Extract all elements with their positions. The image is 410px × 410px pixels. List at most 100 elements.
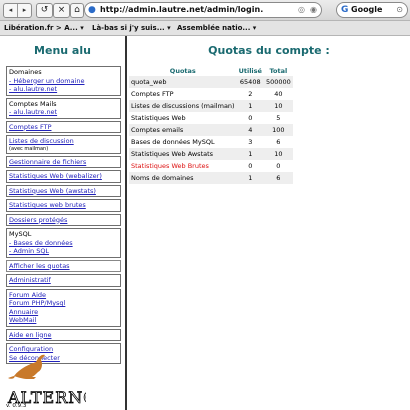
table-header-row: Quotas Utilisé Total bbox=[129, 66, 293, 76]
back-arrow-icon[interactable]: ◂ bbox=[4, 4, 17, 17]
quota-total-cell: 500000 bbox=[263, 76, 293, 88]
menu-link-stats-webalizer[interactable]: Statistiques Web (webalizer) bbox=[9, 172, 102, 180]
column-header-total: Total bbox=[269, 67, 288, 75]
stop-icon[interactable]: × bbox=[53, 3, 70, 18]
quota-total-cell: 0 bbox=[263, 160, 293, 172]
column-header-utilise: Utilisé bbox=[238, 67, 262, 75]
menu-link-domain-alu[interactable]: - alu.lautre.net bbox=[9, 85, 118, 94]
menu-link-listes-discussion[interactable]: Listes de discussion bbox=[9, 137, 118, 146]
menu-note-mailman: (avec mailman) bbox=[9, 145, 49, 152]
quota-used-cell: 65408 bbox=[236, 76, 264, 88]
quota-name-cell: Statistiques Web Awstats bbox=[129, 148, 237, 160]
table-row: Noms de domaines 1 6 bbox=[129, 172, 293, 184]
quota-total-cell: 40 bbox=[263, 88, 293, 100]
menu-link-aide-en-ligne[interactable]: Aide en ligne bbox=[9, 331, 52, 339]
rss-icon[interactable]: ◎ bbox=[298, 3, 305, 17]
quota-name-cell: Statistiques Web bbox=[129, 112, 237, 124]
menu-title: Menu alu bbox=[34, 44, 91, 57]
menu-link-stats-brutes[interactable]: Statistiques web brutes bbox=[9, 201, 86, 209]
quota-used-cell: 0 bbox=[236, 160, 264, 172]
menu-link-forum-aide[interactable]: Forum Aide bbox=[9, 291, 118, 300]
bookmark-liberation[interactable]: Libération.fr > A... ▾ bbox=[4, 21, 84, 35]
quota-name-cell: Noms de domaines bbox=[129, 172, 237, 184]
quota-used-cell: 1 bbox=[236, 100, 264, 112]
menu-link-dossiers-proteges[interactable]: Dossiers protégés bbox=[9, 216, 67, 224]
quota-name-cell: Comptes FTP bbox=[129, 88, 237, 100]
quota-name-cell: quota_web bbox=[129, 76, 237, 88]
table-row: Listes de discussions (mailman) 1 10 bbox=[129, 100, 293, 112]
menu-link-stats-awstats[interactable]: Statistiques Web (awstats) bbox=[9, 187, 96, 195]
quota-name-cell: Statistiques Web Brutes bbox=[129, 160, 237, 172]
quota-used-cell: 1 bbox=[236, 172, 264, 184]
quota-name-cell: Bases de données MySQL bbox=[129, 136, 237, 148]
menu-box-files: Gestionnaire de fichiers bbox=[6, 155, 121, 168]
quota-used-cell: 4 bbox=[236, 124, 264, 136]
menu-link-gestionnaire-fichiers[interactable]: Gestionnaire de fichiers bbox=[9, 158, 86, 166]
quota-total-cell: 10 bbox=[263, 100, 293, 112]
table-row: Bases de données MySQL 3 6 bbox=[129, 136, 293, 148]
alternc-logo: ALTERNC bbox=[7, 354, 86, 406]
menu-box-forums: Forum Aide Forum PHP/Mysql Annuaire WebM… bbox=[6, 288, 121, 327]
menu-link-webmail[interactable]: WebMail bbox=[9, 316, 118, 325]
search-bar[interactable]: G Google ⊙ bbox=[336, 2, 408, 18]
go-icon[interactable]: ◉ bbox=[310, 3, 317, 17]
column-header-quotas: Quotas bbox=[169, 67, 196, 75]
menu-box-webalizer: Statistiques Web (webalizer) bbox=[6, 170, 121, 183]
menu-heading-domaines: Domaines bbox=[9, 68, 42, 76]
table-row: Statistiques Web Awstats 1 10 bbox=[129, 148, 293, 160]
menu-box-admin: Administratif bbox=[6, 274, 121, 287]
menu-heading-comptes-mails: Comptes Mails bbox=[9, 99, 57, 108]
site-globe-icon: ● bbox=[88, 5, 96, 15]
menu-box-ftp: Comptes FTP bbox=[6, 120, 121, 133]
quota-table-body: quota_web 65408 500000 Comptes FTP 2 40 Listes… bbox=[129, 76, 293, 184]
table-row: Comptes emails 4 100 bbox=[129, 124, 293, 136]
menu-box-discussion: Listes de discussion (avec mailman) bbox=[6, 135, 121, 154]
menu-box-aide: Aide en ligne bbox=[6, 328, 121, 341]
menu-heading-mysql: MySQL bbox=[9, 230, 32, 238]
forward-arrow-icon[interactable]: ▸ bbox=[17, 4, 31, 17]
menu-link-annuaire[interactable]: Annuaire bbox=[9, 308, 118, 317]
kangaroo-icon bbox=[8, 354, 45, 379]
menu-link-administratif[interactable]: Administratif bbox=[9, 276, 51, 284]
bookmark-assemblee[interactable]: Assemblée natio... ▾ bbox=[177, 21, 256, 35]
quota-table: Quotas Utilisé Total quota_web 65408 50000… bbox=[129, 66, 293, 184]
menu-link-forum-php-mysql[interactable]: Forum PHP/Mysql bbox=[9, 299, 118, 308]
quota-used-cell: 2 bbox=[236, 88, 264, 100]
address-url[interactable]: http://admin.lautre.net/admin/login. bbox=[100, 3, 263, 17]
menu-link-mail-alu[interactable]: - alu.lautre.net bbox=[9, 108, 118, 117]
menu-box-awstats: Statistiques Web (awstats) bbox=[6, 184, 121, 197]
menu-link-heberger-domaine[interactable]: - Héberger un domaine bbox=[9, 77, 118, 86]
quota-total-cell: 6 bbox=[263, 136, 293, 148]
quota-total-cell: 6 bbox=[263, 172, 293, 184]
menu-box-dossiers: Dossiers protégés bbox=[6, 213, 121, 226]
home-icon[interactable]: ⌂ bbox=[70, 3, 84, 18]
menu-box-quotas: Afficher les quotas bbox=[6, 259, 121, 272]
quota-used-cell: 3 bbox=[236, 136, 264, 148]
table-row: Statistiques Web Brutes 0 0 bbox=[129, 160, 293, 172]
browser-toolbar: ◂ ▸ ↺ × ⌂ ● http://admin.lautre.net/admi… bbox=[0, 0, 410, 21]
menu-box-brutes: Statistiques web brutes bbox=[6, 199, 121, 212]
menu-link-comptes-ftp[interactable]: Comptes FTP bbox=[9, 123, 52, 131]
sidebar: Menu alu Domaines - Héberger un domaine … bbox=[0, 36, 127, 410]
google-g-icon: G bbox=[341, 5, 349, 15]
quota-used-cell: 1 bbox=[236, 148, 264, 160]
reload-icon[interactable]: ↺ bbox=[36, 3, 53, 18]
address-bar[interactable]: ● http://admin.lautre.net/admin/login. ◎… bbox=[84, 2, 322, 18]
search-engine-label[interactable]: Google bbox=[351, 3, 382, 17]
quota-name-cell: Listes de discussions (mailman) bbox=[129, 100, 237, 112]
bookmark-la-bas[interactable]: Là-bas si j'y suis... ▾ bbox=[92, 21, 171, 35]
bookmarks-bar: Libération.fr > A... ▾ Là-bas si j'y sui… bbox=[0, 21, 410, 36]
quota-total-cell: 100 bbox=[263, 124, 293, 136]
menu-link-admin-sql[interactable]: - Admin SQL bbox=[9, 247, 118, 256]
menu-box-domaines: Domaines - Héberger un domaine - alu.lau… bbox=[6, 66, 121, 96]
menu-link-afficher-quotas[interactable]: Afficher les quotas bbox=[9, 262, 70, 270]
quota-total-cell: 5 bbox=[263, 112, 293, 124]
menu-link-bases-donnees[interactable]: - Bases de données bbox=[9, 239, 118, 248]
version-label: v. 0.9.3 bbox=[6, 403, 27, 409]
quota-used-cell: 0 bbox=[236, 112, 264, 124]
quota-total-cell: 10 bbox=[263, 148, 293, 160]
menu-box-mails: Comptes Mails - alu.lautre.net bbox=[6, 97, 121, 119]
sidebar-menu: Domaines - Héberger un domaine - alu.lau… bbox=[6, 66, 121, 366]
table-row: Comptes FTP 2 40 bbox=[129, 88, 293, 100]
search-icon[interactable]: ⊙ bbox=[396, 3, 403, 17]
